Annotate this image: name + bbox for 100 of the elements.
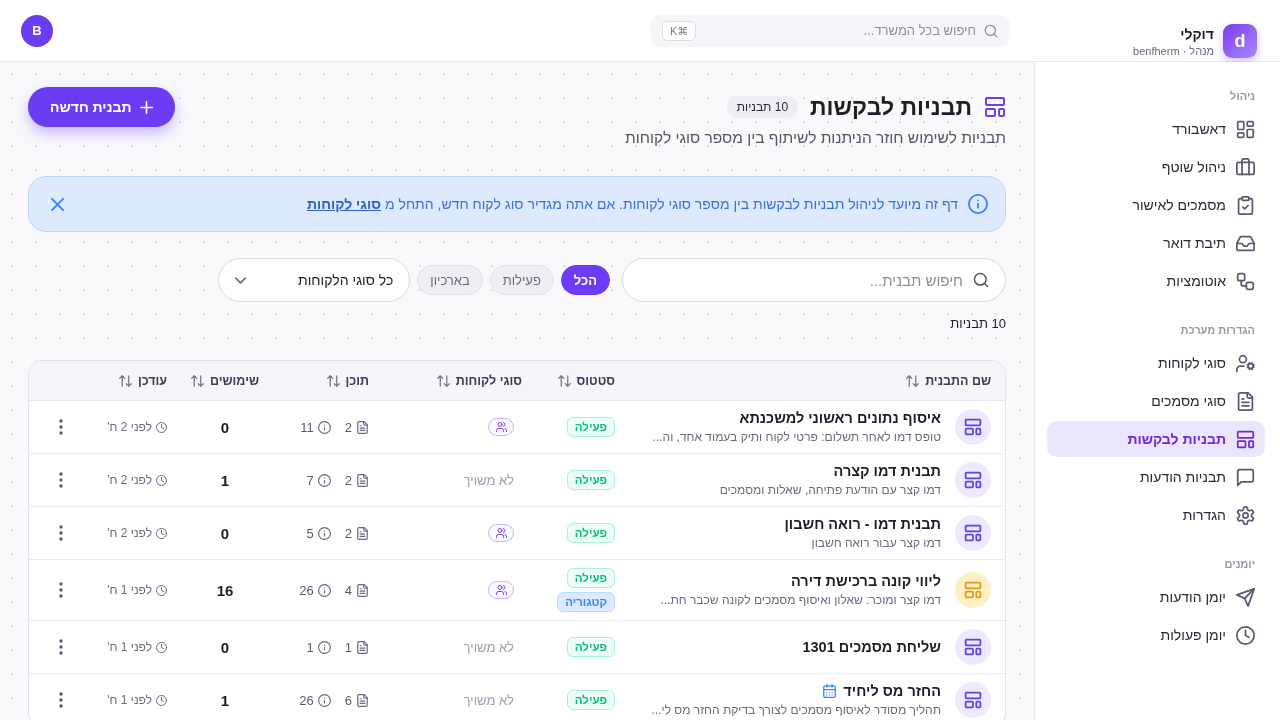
briefcase-icon (1236, 157, 1255, 177)
document-count: 6 (344, 692, 352, 708)
info-icon (317, 420, 331, 434)
customer-type-select[interactable]: כל סוגי הלקוחות (218, 258, 411, 302)
close-button[interactable] (49, 195, 66, 213)
column-header[interactable]: תוכן (326, 373, 369, 388)
settings-icon (1236, 505, 1255, 525)
customer-types-text: לא משויך (463, 692, 514, 708)
sidebar-item[interactable]: אוטומציות (1047, 263, 1265, 299)
column-header[interactable]: סוגי לקוחות (436, 373, 522, 388)
usage-count: 16 (216, 581, 234, 599)
template-title: שליחת מסמכים 1301 (802, 639, 941, 655)
filter-chip[interactable]: פעילות (489, 265, 554, 295)
more-icon[interactable] (58, 525, 63, 541)
item-count: 26 (299, 692, 314, 708)
sort-icon (326, 374, 340, 387)
sort-icon (191, 374, 204, 387)
more-icon[interactable] (58, 639, 63, 655)
sidebar-item[interactable]: הגדרות (1047, 497, 1265, 533)
more-icon[interactable] (58, 582, 63, 598)
search-icon (984, 23, 998, 38)
usage-count: 1 (220, 471, 230, 489)
result-count: 10 תבניות (949, 316, 1006, 332)
template-description: תהליך מסודר לאיסוף מסמכים לצורך בדיקת החזר מס לי... (651, 703, 941, 717)
sort-icon (557, 374, 571, 387)
section-label: יומנים (1223, 557, 1256, 572)
item-count: 26 (299, 582, 314, 598)
template-description: טופס דמו לאחר תשלום: פרטי לקוח ותיק בעמוד אחד, וה... (652, 430, 941, 444)
filter-chip[interactable]: הכל (560, 265, 610, 295)
new-template-button[interactable]: תבנית חדשה (28, 87, 175, 127)
customer-types-link[interactable]: סוגי לקוחות (306, 196, 382, 212)
section-label: ניהול (1229, 89, 1256, 104)
page-subtitle: תבניות לשימוש חוזר הניתנות לשיתוף בין מספר סוגי לקוחות (624, 128, 1006, 148)
sidebar-item[interactable]: תבניות הודעות (1047, 459, 1265, 495)
users-icon (488, 524, 514, 542)
item-count: 5 (306, 525, 314, 541)
status-badge: פעילה (566, 637, 615, 657)
speech-bubble-icon (1236, 467, 1255, 487)
document-count: 2 (344, 472, 352, 488)
updated-time: לפני 1 ח' (107, 640, 152, 654)
clock-icon (1236, 625, 1255, 645)
column-header[interactable]: עודכן (118, 373, 167, 388)
info-icon (317, 640, 331, 654)
sidebar-item[interactable]: יומן הודעות (1047, 579, 1265, 615)
sidebar-item[interactable]: סוגי לקוחות (1047, 345, 1265, 381)
sidebar-item[interactable]: ניהול שוטף (1047, 149, 1265, 185)
document-icon (356, 583, 369, 597)
sidebar-item[interactable]: תבניות לבקשות (1047, 421, 1265, 457)
section-label: הגדרות מערכת (1179, 323, 1256, 338)
document-icon (356, 420, 369, 434)
sidebar-item[interactable]: תיבת דואר (1047, 225, 1265, 261)
sidebar-item[interactable]: מסמכים לאישור (1047, 187, 1265, 223)
close-icon (51, 197, 64, 211)
clock-icon (156, 421, 167, 433)
info-icon (317, 526, 331, 540)
template-title: החזר מס ליחיד (843, 683, 941, 699)
grid-icon (1236, 119, 1255, 139)
customer-types-text: לא משויך (463, 639, 514, 655)
template-title: תבנית דמו קצרה (833, 463, 941, 479)
template-description: דמו קצר עבור רואה חשבון (811, 536, 941, 550)
user-avatar[interactable]: B (21, 14, 53, 47)
sidebar-item[interactable]: דאשבורד (1047, 111, 1265, 147)
filter-chip[interactable]: בארכיון (417, 265, 483, 295)
customer-types-text: לא משויך (463, 472, 514, 488)
page-title: תבניות לבקשות (810, 93, 972, 121)
brand-name: דוקלי (1180, 25, 1214, 42)
more-icon[interactable] (58, 692, 63, 708)
updated-time: לפני 2 ח' (107, 420, 152, 434)
document-count: 1 (344, 639, 352, 655)
more-icon[interactable] (58, 419, 63, 435)
status-badge: פעילה (566, 417, 615, 437)
column-header[interactable]: שימושים (191, 373, 259, 388)
info-icon (968, 194, 988, 214)
sidebar-item[interactable]: סוגי מסמכים (1047, 383, 1265, 419)
status-badge: פעילה (566, 568, 615, 588)
keyboard-shortcut: ⌘K (662, 20, 697, 41)
document-icon (356, 640, 369, 654)
sidebar-item[interactable]: יומן פעולות (1047, 617, 1265, 653)
users-icon (488, 418, 514, 436)
info-icon (317, 693, 331, 707)
inbox-tray-icon (1236, 233, 1255, 253)
item-count: 11 (300, 419, 314, 435)
clock-icon (156, 474, 167, 486)
usage-count: 1 (220, 691, 230, 709)
column-header[interactable]: שם התבנית (906, 373, 991, 388)
user-role: מנהל · benfherm (1133, 44, 1214, 57)
document-count: 4 (344, 582, 352, 598)
connected-squares-icon (1236, 271, 1255, 291)
info-icon (317, 583, 331, 597)
column-header[interactable]: סטטוס (557, 373, 615, 388)
updated-time: לפני 2 ח' (107, 473, 152, 487)
document-icon (356, 693, 369, 707)
chevron-down-icon (235, 276, 247, 284)
document-icon (1236, 391, 1255, 411)
brand-logo: d (1223, 24, 1257, 58)
usage-count: 0 (220, 638, 230, 656)
clock-icon (156, 641, 167, 653)
updated-time: לפני 1 ח' (107, 583, 152, 597)
template-search-field[interactable]: חיפוש תבנית... (622, 258, 1006, 302)
more-icon[interactable] (58, 472, 63, 488)
